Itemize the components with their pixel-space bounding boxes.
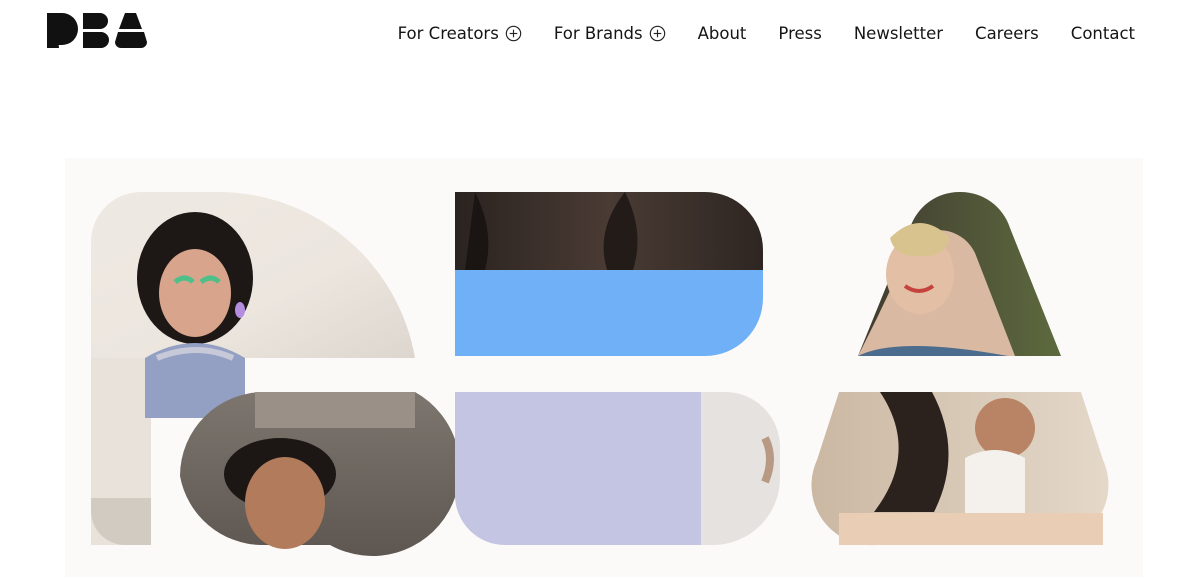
letter-a-bottom bbox=[811, 392, 1109, 546]
letter-b-bottom bbox=[455, 392, 780, 545]
nav-item-for-creators[interactable]: For Creators bbox=[398, 24, 522, 43]
nav-item-label: Careers bbox=[975, 23, 1039, 43]
nav-item-newsletter[interactable]: Newsletter bbox=[854, 24, 943, 43]
nav-item-careers[interactable]: Careers bbox=[975, 24, 1039, 43]
nav-item-label: Press bbox=[778, 23, 822, 43]
plus-circle-icon[interactable] bbox=[649, 25, 666, 42]
nav-item-for-brands[interactable]: For Brands bbox=[554, 24, 666, 43]
letter-a-top bbox=[858, 191, 1061, 356]
nav-item-about[interactable]: About bbox=[698, 24, 747, 43]
plus-circle-icon[interactable] bbox=[505, 25, 522, 42]
nav-item-label: For Brands bbox=[553, 23, 643, 43]
letter-b-top bbox=[455, 192, 763, 356]
dba-logo[interactable] bbox=[46, 12, 148, 49]
main-nav: For Creators For Brands About Press News… bbox=[398, 20, 1135, 46]
nav-item-label: Contact bbox=[1070, 23, 1135, 43]
nav-item-contact[interactable]: Contact bbox=[1071, 24, 1135, 43]
nav-item-label: About bbox=[697, 23, 747, 43]
nav-item-press[interactable]: Press bbox=[778, 24, 821, 43]
page: For Creators For Brands About Press News… bbox=[0, 0, 1197, 577]
nav-item-label: Newsletter bbox=[853, 23, 944, 43]
dba-letterform-collage bbox=[91, 191, 1109, 556]
letter-d-lower-photo bbox=[180, 391, 460, 556]
nav-item-label: For Creators bbox=[397, 23, 499, 43]
site-header: For Creators For Brands About Press News… bbox=[0, 0, 1197, 64]
hero-collage bbox=[65, 158, 1143, 577]
